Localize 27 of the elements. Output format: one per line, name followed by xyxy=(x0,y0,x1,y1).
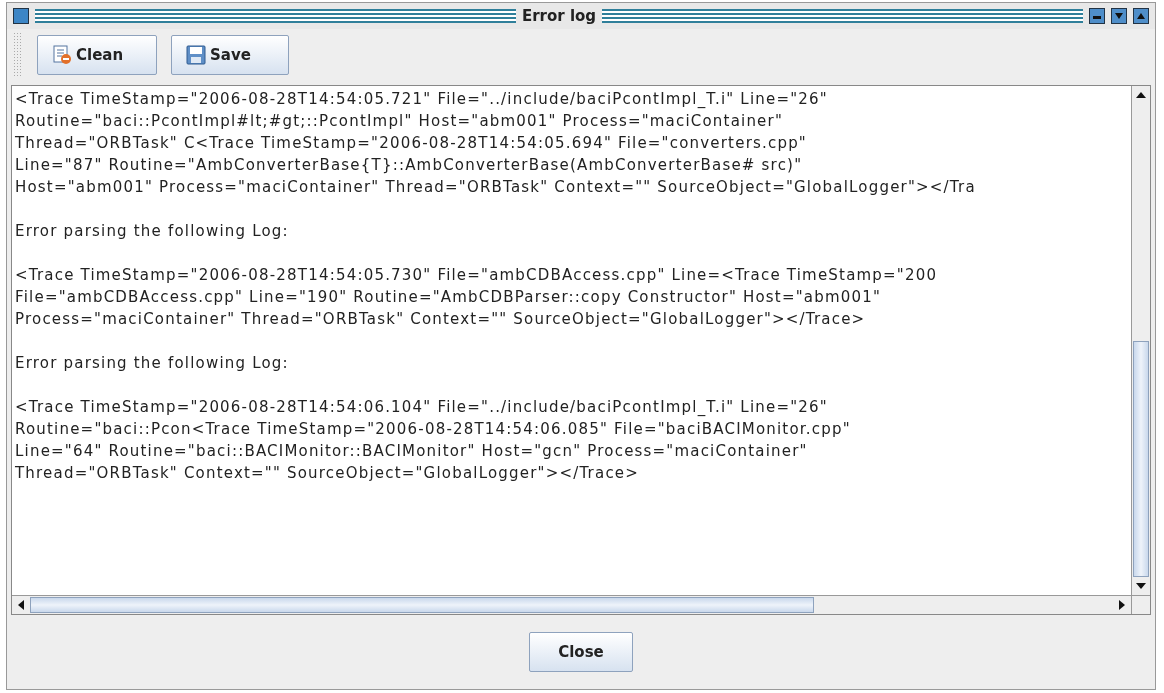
log-line: <Trace TimeStamp="2006-08-28T14:54:05.730" File="ambCDBAccess.cpp" Line=<Trace TimeStamp="200 xyxy=(15,265,939,286)
window-menu-icon[interactable] xyxy=(13,8,29,24)
log-line: <Trace TimeStamp="2006-08-28T14:54:06.104" File="../include/baciPcontImpl_T.i" Line="26" xyxy=(15,397,829,418)
log-line: Thread="ORBTask" Context="" SourceObject="GlobalLogger"></Trace> xyxy=(15,463,641,484)
horizontal-scrollbar[interactable] xyxy=(12,595,1150,614)
log-line: <Trace TimeStamp="2006-08-28T14:54:05.721" File="../include/baciPcontImpl_T.i" Line="26" xyxy=(15,89,829,110)
vertical-scrollbar[interactable] xyxy=(1131,86,1150,595)
log-line: Routine="baci::PcontImpl#lt;#gt;::PcontImpl" Host="abm001" Process="maciContainer" xyxy=(15,111,784,132)
log-line: Line="64" Routine="baci::BACIMonitor::BACIMonitor" Host="gcn" Process="maciContainer" xyxy=(15,441,809,462)
log-line: Routine="baci::Pcon<Trace TimeStamp="2006-08-28T14:54:06.085" File="baciBACIMonitor.cpp" xyxy=(15,419,852,440)
document-delete-icon xyxy=(52,45,72,65)
clean-button[interactable]: Clean xyxy=(37,35,157,75)
caret-up-icon[interactable] xyxy=(1133,8,1149,24)
window-title: Error log xyxy=(521,7,597,25)
log-line: Error parsing the following Log: xyxy=(15,221,290,242)
close-button[interactable]: Close xyxy=(529,632,633,672)
log-line: Thread="ORBTask" C<Trace TimeStamp="2006-08-28T14:54:05.694" File="converters.cpp" xyxy=(15,133,808,154)
minimize-icon[interactable] xyxy=(1089,8,1105,24)
scrollbar-thumb[interactable] xyxy=(1133,341,1149,577)
save-button[interactable]: Save xyxy=(171,35,289,75)
caret-down-icon[interactable] xyxy=(1111,8,1127,24)
log-line: Error parsing the following Log: xyxy=(15,353,290,374)
log-line: Line="87" Routine="AmbConverterBase{T}::AmbConverterBase(AmbConverterBase# src)" xyxy=(15,155,804,176)
scrollbar-thumb[interactable] xyxy=(30,597,814,613)
log-line: File="ambCDBAccess.cpp" Line="190" Routine="AmbCDBParser::copy Constructor" Host="abm001" xyxy=(15,287,883,308)
log-line: Process="maciContainer" Thread="ORBTask" Context="" SourceObject="GlobalLogger"></Trace> xyxy=(15,309,867,330)
log-line: Host="abm001" Process="maciContainer" Thread="ORBTask" Context="" SourceObject="GlobalLogger"></Tra xyxy=(15,177,977,198)
